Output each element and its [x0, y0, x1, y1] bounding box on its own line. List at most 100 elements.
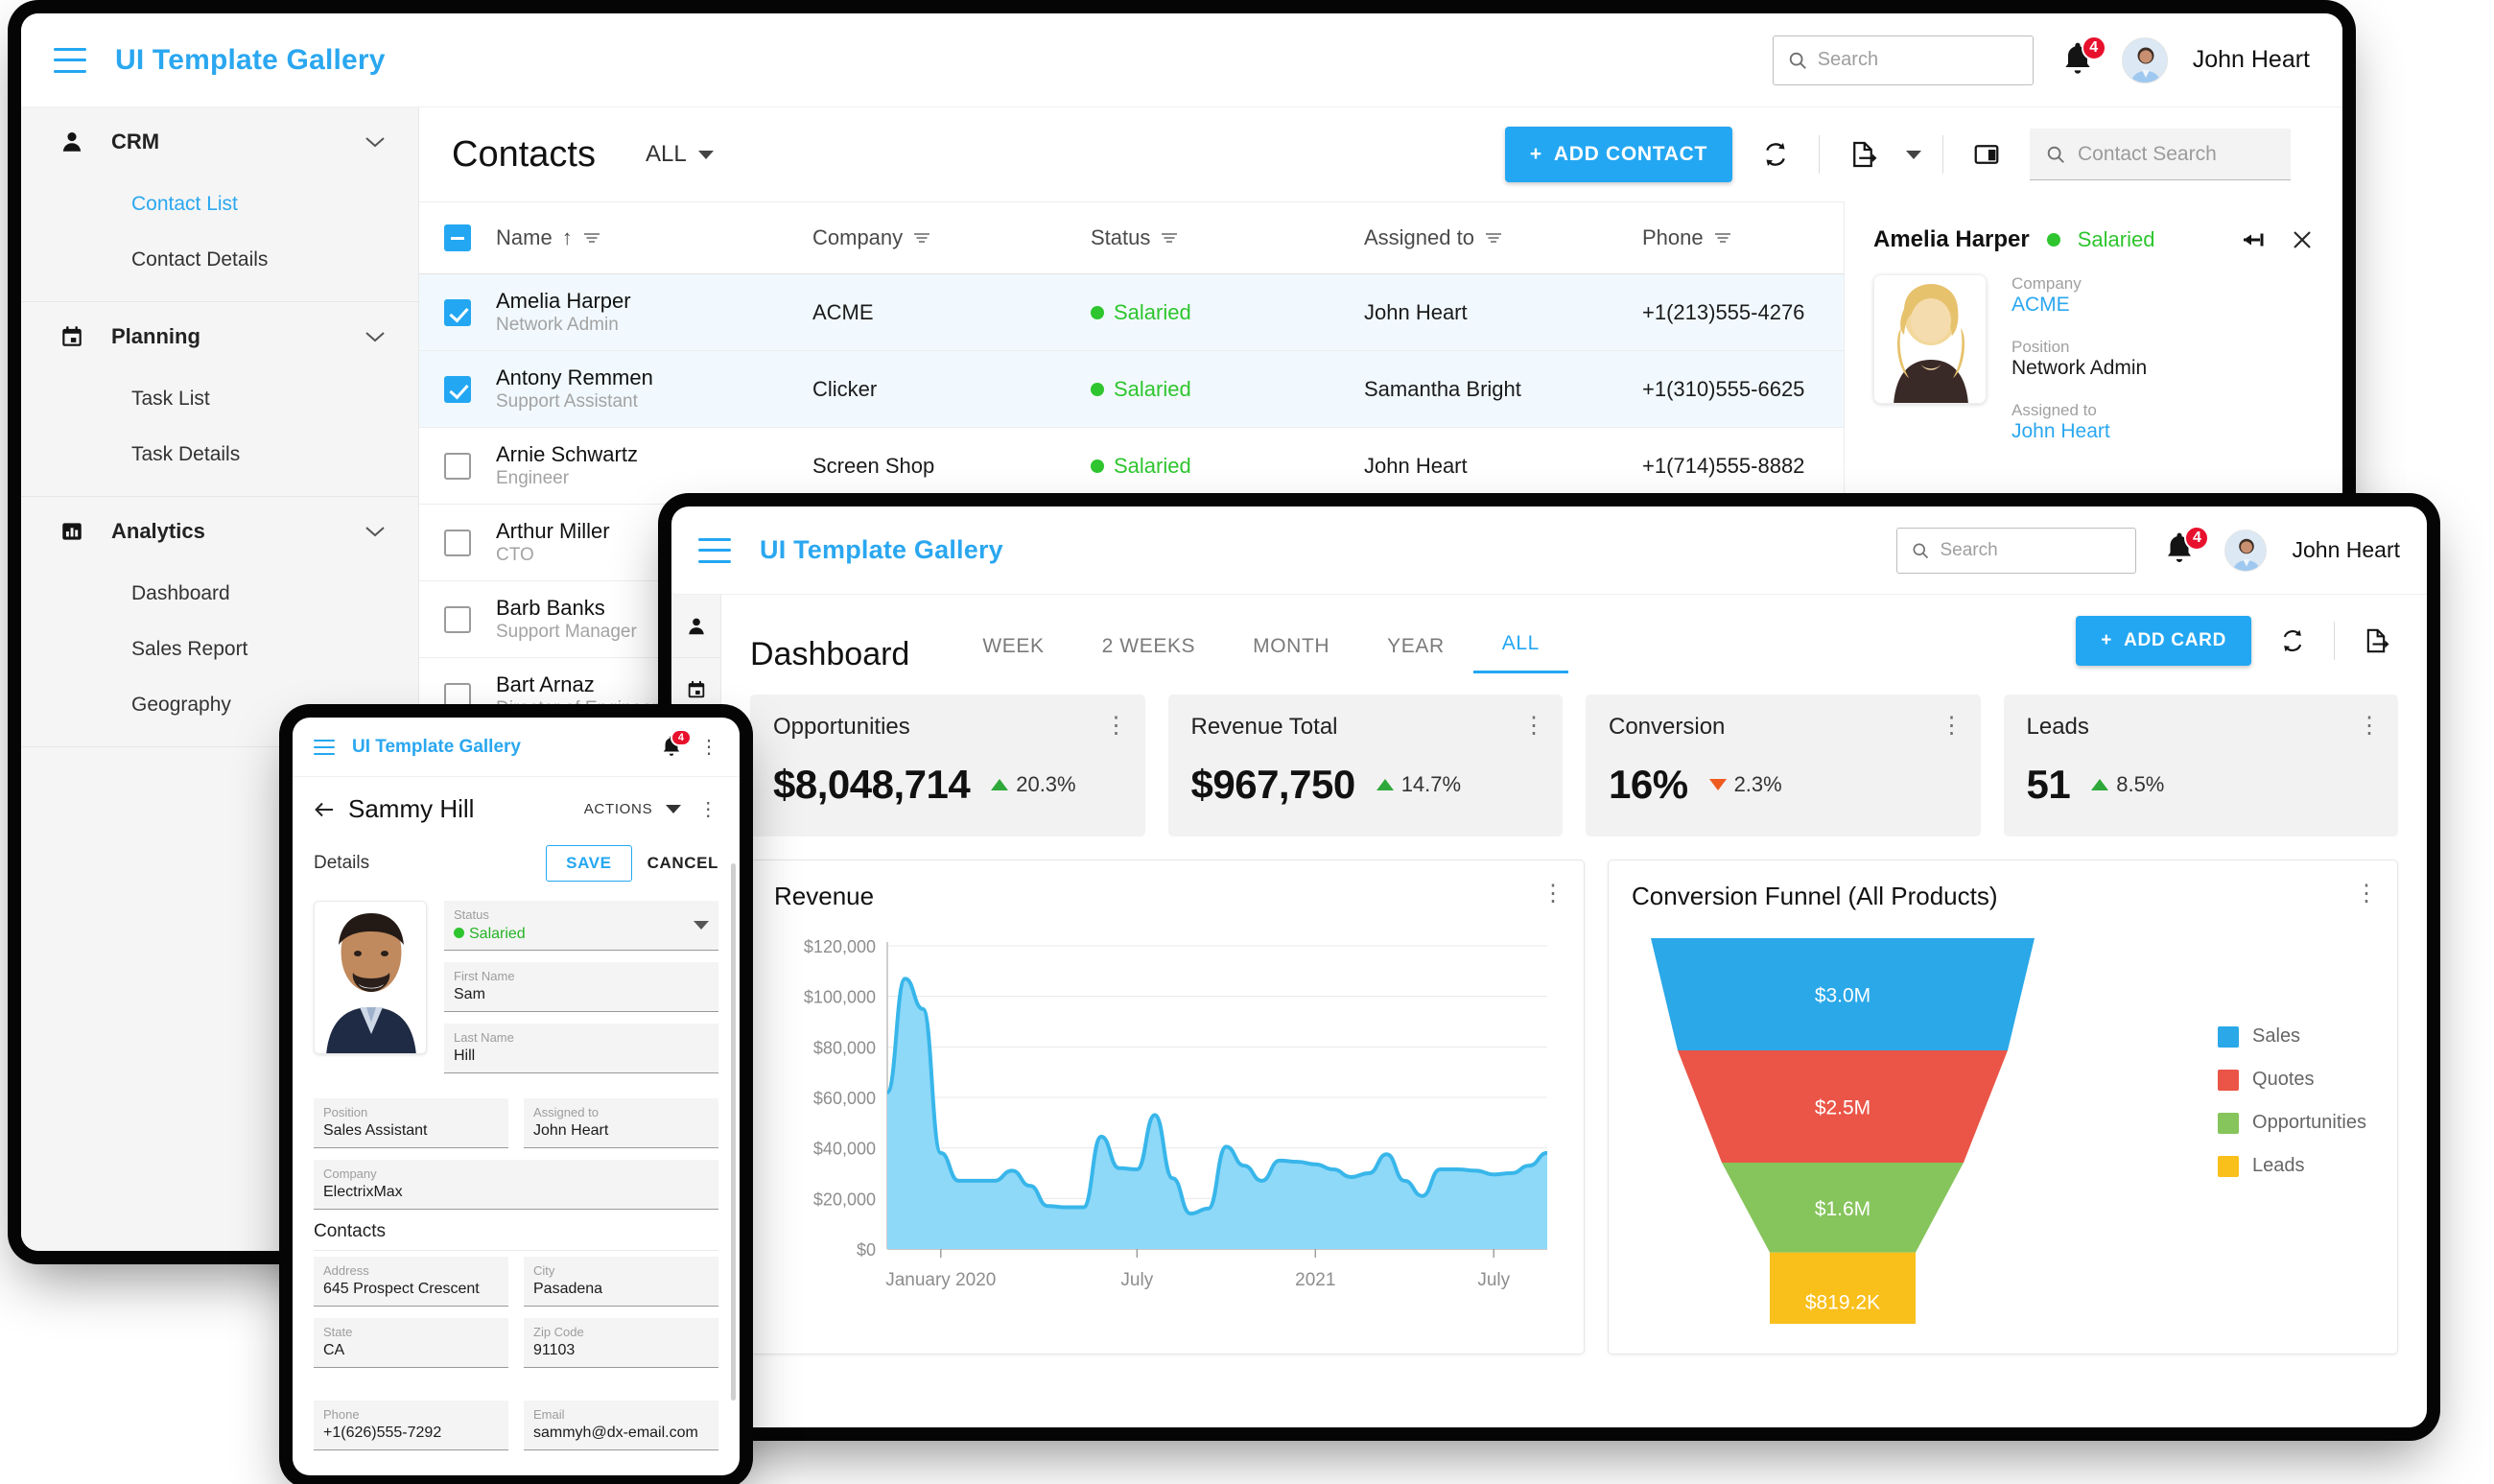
kpi-card-opportunities[interactable]: Opportunities ⋮ $8,048,714 20.3% [750, 695, 1145, 836]
row-checkbox[interactable] [419, 298, 496, 326]
row-checkbox[interactable] [419, 529, 496, 556]
add-card-button[interactable]: + ADD CARD [2076, 616, 2251, 666]
legend-item-leads[interactable]: Leads [2218, 1155, 2366, 1177]
kpi-card-conversion[interactable]: Conversion ⋮ 16% 2.3% [1586, 695, 1981, 836]
app-brand[interactable]: UI Template Gallery [352, 737, 521, 758]
overflow-menu-icon[interactable]: ⋮ [698, 797, 718, 821]
export-button[interactable] [1841, 132, 1885, 177]
field-position[interactable]: Position Sales Assistant [314, 1097, 508, 1148]
tab-week[interactable]: WEEK [953, 635, 1072, 673]
search-input[interactable]: Search [1896, 527, 2137, 574]
field-assigned-to[interactable]: Assigned to John Heart [524, 1097, 718, 1148]
app-brand[interactable]: UI Template Gallery [760, 535, 1003, 565]
row-checkbox[interactable] [419, 682, 496, 710]
search-input[interactable]: Search [1772, 35, 2034, 85]
export-button[interactable] [2354, 619, 2398, 663]
kpi-more-icon[interactable]: ⋮ [1522, 712, 1545, 740]
user-name[interactable]: John Heart [2292, 537, 2400, 563]
row-checkbox[interactable] [419, 375, 496, 403]
sidebar-item-task-details[interactable]: Task Details [21, 427, 418, 483]
sidebar-item-task-list[interactable]: Task List [21, 371, 418, 427]
row-checkbox[interactable] [419, 452, 496, 480]
field-status[interactable]: Status Salaried [444, 901, 718, 951]
field-zip-code[interactable]: Zip Code 91103 [524, 1317, 718, 1368]
field-last-name[interactable]: Last Name Hill [444, 1023, 718, 1073]
field-value[interactable]: John Heart [2012, 420, 2147, 443]
collapse-panel-icon[interactable] [2241, 230, 2266, 249]
menu-icon[interactable] [314, 739, 335, 755]
row-company-cell: Clicker [812, 376, 878, 401]
rail-item-crm[interactable] [671, 595, 720, 658]
save-button[interactable]: SAVE [546, 845, 632, 882]
column-header-assigned-to[interactable]: Assigned to [1364, 225, 1642, 250]
field-email[interactable]: Email sammyh@dx-email.com [524, 1400, 718, 1450]
toggle-detail-panel-button[interactable] [1965, 132, 2009, 177]
filter-icon[interactable] [912, 231, 931, 245]
menu-icon[interactable] [54, 47, 86, 73]
field-phone[interactable]: Phone +1(626)555-7292 [314, 1400, 508, 1450]
legend-item-quotes[interactable]: Quotes [2218, 1069, 2366, 1091]
app-brand[interactable]: UI Template Gallery [115, 44, 386, 77]
sidebar-item-dashboard[interactable]: Dashboard [21, 566, 418, 622]
contact-photo [314, 901, 427, 1054]
field-city[interactable]: City Pasadena [524, 1256, 718, 1307]
sidebar-item-sales-report[interactable]: Sales Report [21, 622, 418, 677]
panel-more-icon[interactable]: ⋮ [2355, 880, 2378, 907]
field-value[interactable]: ACME [2012, 294, 2147, 317]
kpi-more-icon[interactable]: ⋮ [1941, 712, 1964, 740]
chevron-down-icon[interactable] [694, 921, 709, 930]
field-state[interactable]: State CA [314, 1317, 508, 1368]
tab-year[interactable]: YEAR [1358, 635, 1473, 673]
row-checkbox[interactable] [419, 605, 496, 633]
sidebar-item-contact-list[interactable]: Contact List [21, 177, 418, 232]
legend-item-opportunities[interactable]: Opportunities [2218, 1112, 2366, 1134]
tab-2weeks[interactable]: 2 WEEKS [1073, 635, 1225, 673]
column-header-status[interactable]: Status [1091, 225, 1364, 250]
add-contact-button[interactable]: + ADD CONTACT [1504, 127, 1732, 182]
panel-more-icon[interactable]: ⋮ [1541, 880, 1565, 907]
column-header-company[interactable]: Company [812, 225, 1091, 250]
export-dropdown-caret[interactable] [1906, 150, 1921, 159]
sidebar-item-planning[interactable]: Planning [21, 302, 418, 371]
kpi-card-leads[interactable]: Leads ⋮ 51 8.5% [2003, 695, 2398, 836]
avatar[interactable] [2121, 36, 2168, 83]
notifications-button[interactable]: 4 [2059, 35, 2106, 82]
notifications-button[interactable]: 4 [2161, 525, 2210, 572]
back-arrow-icon[interactable] [314, 800, 335, 819]
filter-icon[interactable] [582, 231, 601, 245]
kpi-card-revenue-total[interactable]: Revenue Total ⋮ $967,750 14.7% [1167, 695, 1563, 836]
kpi-delta: 8.5% [2091, 772, 2164, 797]
refresh-button[interactable] [1753, 132, 1798, 177]
menu-icon[interactable] [698, 537, 731, 563]
field-company[interactable]: Company ElectrixMax [314, 1159, 718, 1210]
sidebar-item-crm[interactable]: CRM [21, 107, 418, 177]
filter-dropdown[interactable]: ALL [646, 141, 714, 168]
field-first-name[interactable]: First Name Sam [444, 961, 718, 1012]
user-name[interactable]: John Heart [2193, 46, 2310, 74]
actions-dropdown[interactable]: ACTIONS ⋮ [584, 797, 718, 821]
tab-all[interactable]: ALL [1472, 632, 1568, 673]
filter-icon[interactable] [1160, 231, 1179, 245]
notifications-button[interactable]: 4 [659, 728, 692, 761]
avatar[interactable] [2224, 529, 2268, 572]
column-header-name[interactable]: Name ↑ [496, 225, 812, 250]
refresh-button[interactable] [2270, 619, 2315, 663]
field-address[interactable]: Address 645 Prospect Crescent [314, 1256, 508, 1307]
legend-item-sales[interactable]: Sales [2218, 1025, 2366, 1048]
sidebar-item-contact-details[interactable]: Contact Details [21, 232, 418, 288]
cancel-button[interactable]: CANCEL [647, 854, 718, 873]
select-all-checkbox[interactable] [419, 224, 496, 251]
filter-icon[interactable] [1484, 231, 1503, 245]
sidebar-item-analytics[interactable]: Analytics [21, 497, 418, 566]
contact-search-input[interactable]: Contact Search [2030, 129, 2291, 180]
field-value: Salaried [454, 924, 709, 945]
filter-icon[interactable] [1713, 231, 1732, 245]
kpi-title-conversion: Conversion [1609, 714, 1726, 740]
vertical-scrollbar[interactable] [731, 863, 736, 1401]
kpi-more-icon[interactable]: ⋮ [2358, 712, 2381, 740]
tab-month[interactable]: MONTH [1224, 635, 1358, 673]
kpi-more-icon[interactable]: ⋮ [1105, 712, 1128, 740]
overflow-menu-icon[interactable]: ⋮ [699, 735, 718, 759]
close-icon[interactable] [2291, 228, 2314, 251]
rail-item-planning[interactable] [671, 658, 720, 721]
